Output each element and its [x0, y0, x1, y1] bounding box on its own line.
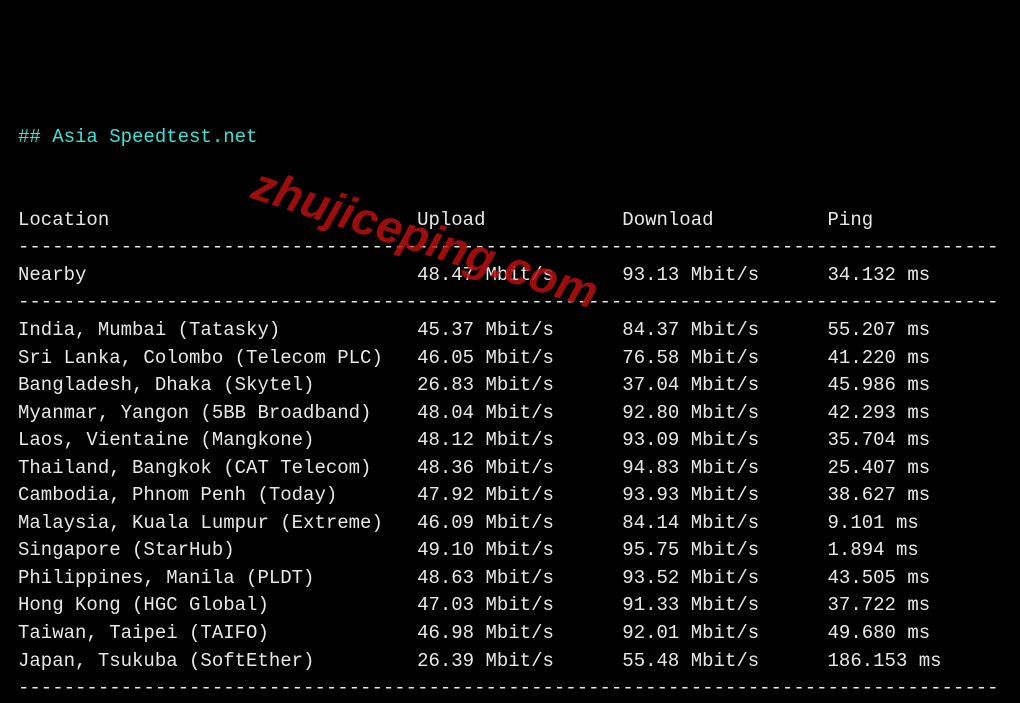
section-title: ## Asia Speedtest.net [18, 126, 257, 148]
divider: ----------------------------------------… [18, 236, 999, 258]
header-row: Location Upload Download Ping [18, 209, 873, 231]
divider: ----------------------------------------… [18, 677, 999, 699]
nearby-row: Nearby 48.47 Mbit/s 93.13 Mbit/s 34.132 … [18, 264, 930, 286]
divider: ----------------------------------------… [18, 291, 999, 313]
rows-block: India, Mumbai (Tatasky) 45.37 Mbit/s 84.… [18, 319, 942, 672]
